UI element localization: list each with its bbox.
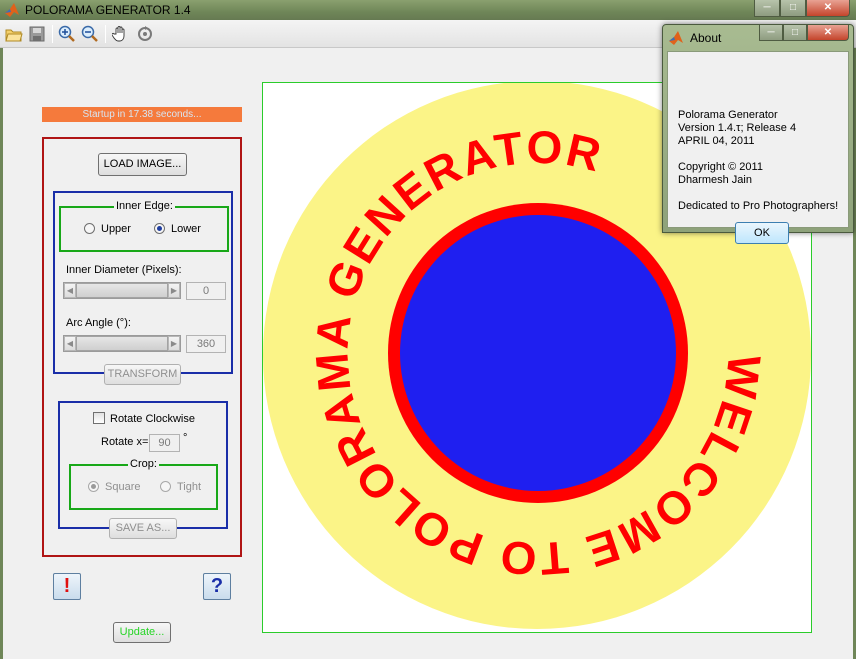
warning-button[interactable]: ! [53,573,81,600]
arc-angle-label: Arc Angle (°): [66,317,131,329]
title-bar[interactable]: POLORAMA GENERATOR 1.4 ─ □ ✕ [0,0,856,20]
zoom-out-icon[interactable] [81,25,99,43]
slider-right-arrow-icon[interactable]: ▶ [168,283,180,298]
about-copyright: Copyright © 2011 [678,161,763,173]
about-author: Dharmesh Jain [678,174,752,186]
inner-diameter-slider[interactable]: ◀ ▶ [63,282,181,299]
lower-radio-label: Lower [171,223,201,235]
window-frame-left [0,48,3,659]
about-version: Version 1.4.τ; Release 4 [678,122,797,134]
slider-right-arrow-icon[interactable]: ▶ [168,336,180,351]
inner-diameter-label: Inner Diameter (Pixels): [66,264,182,276]
window-controls: ─ □ ✕ [754,0,850,18]
zoom-in-icon[interactable] [58,25,76,43]
square-radio-label: Square [105,481,141,493]
tight-radio[interactable] [160,481,171,492]
minimize-button[interactable]: ─ [754,0,780,17]
about-dialog-title: About [690,31,722,45]
window-title: POLORAMA GENERATOR 1.4 [25,3,191,17]
load-image-button[interactable]: LOAD IMAGE... [98,153,187,176]
help-button[interactable]: ? [203,573,231,600]
upper-radio-label: Upper [101,223,131,235]
save-icon[interactable] [28,25,46,43]
rotate-clockwise-label: Rotate Clockwise [110,413,195,425]
tight-radio-label: Tight [177,481,202,493]
slider-left-arrow-icon[interactable]: ◀ [64,283,76,298]
matlab-app-icon [669,31,683,45]
rotate-clockwise-checkbox[interactable] [93,412,105,424]
crop-label: Crop: [128,458,159,470]
transform-button[interactable]: TRANSFORM [104,364,181,385]
startup-status: Startup in 17.38 seconds... [42,107,242,122]
inner-disc [400,215,676,491]
update-button[interactable]: Update... [113,622,171,643]
rotate-x-value[interactable]: 90 [149,434,180,452]
inner-edge-label: Inner Edge: [114,200,175,212]
slider-thumb[interactable] [76,283,168,298]
slider-thumb[interactable] [76,336,168,351]
upper-radio[interactable] [84,223,95,234]
pan-hand-icon[interactable] [112,25,130,43]
maximize-button[interactable]: □ [780,0,806,17]
degree-unit: ° [183,432,188,444]
about-close-button[interactable]: ✕ [807,25,849,41]
reset-view-icon[interactable] [136,25,154,43]
about-minimize-button[interactable]: ─ [759,25,783,41]
about-app-name: Polorama Generator [678,109,778,121]
open-icon[interactable] [5,25,23,43]
about-dialog: About ─ □ ✕ Polorama Generator Version 1… [662,24,854,244]
matlab-app-icon [5,3,19,17]
about-dialog-body: Polorama Generator Version 1.4.τ; Releas… [667,51,849,244]
about-maximize-button[interactable]: □ [783,25,807,41]
about-ok-button[interactable]: OK [735,222,789,244]
close-button[interactable]: ✕ [806,0,850,17]
rotate-x-label: Rotate x= [101,436,149,448]
inner-diameter-value[interactable]: 0 [186,282,226,300]
toolbar-separator [105,25,106,43]
toolbar-separator [52,25,53,43]
square-radio[interactable] [88,481,99,492]
save-as-button[interactable]: SAVE AS... [109,518,177,539]
about-date: APRIL 04, 2011 [678,135,755,147]
arc-angle-value[interactable]: 360 [186,335,226,353]
about-window-controls: ─ □ ✕ [759,25,849,41]
arc-angle-slider[interactable]: ◀ ▶ [63,335,181,352]
lower-radio[interactable] [154,223,165,234]
slider-left-arrow-icon[interactable]: ◀ [64,336,76,351]
about-dedication: Dedicated to Pro Photographers! [678,200,839,212]
